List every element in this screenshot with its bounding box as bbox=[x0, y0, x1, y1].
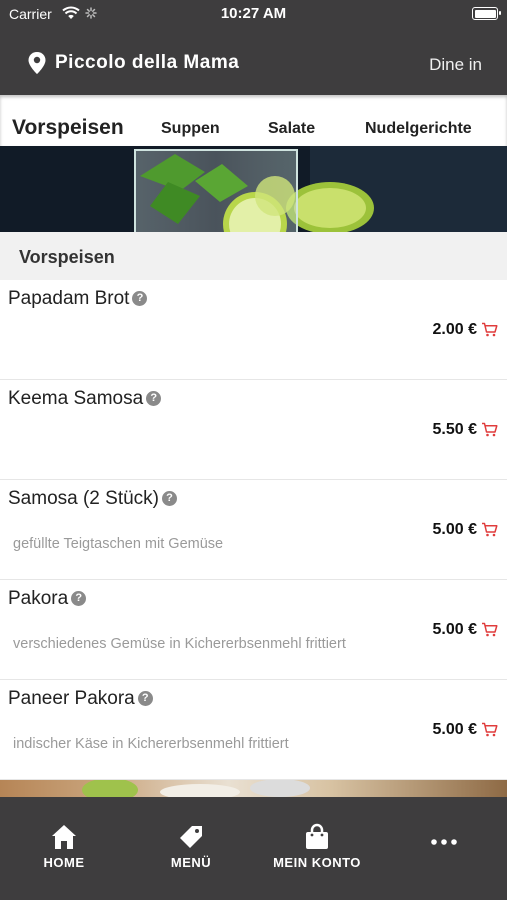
item-description: gefüllte Teigtaschen mit Gemüse bbox=[13, 536, 224, 552]
info-icon[interactable]: ? bbox=[137, 691, 153, 706]
menu-item[interactable]: Papadam Brot? 2.00 € bbox=[0, 280, 507, 380]
more-icon bbox=[431, 839, 457, 845]
top-bar: Carrier 10:27 AM Piccolo della Mama Dine… bbox=[0, 0, 507, 95]
menu-item[interactable]: Keema Samosa? 5.50 € bbox=[0, 380, 507, 480]
shopping-bag-icon bbox=[306, 823, 328, 849]
info-icon[interactable]: ? bbox=[132, 291, 148, 306]
add-to-cart-icon[interactable] bbox=[481, 322, 498, 337]
nav-home-label: HOME bbox=[43, 855, 85, 870]
menu-item-title: Paneer Pakora? bbox=[8, 688, 153, 710]
next-section-image bbox=[0, 780, 507, 797]
item-name: Samosa (2 Stück) bbox=[8, 488, 159, 509]
item-name: Pakora bbox=[8, 588, 69, 609]
category-tabs: Vorspeisen Suppen Salate Nudelgerichte bbox=[0, 95, 507, 146]
menu-item-title: Pakora? bbox=[8, 588, 87, 610]
add-to-cart-icon[interactable] bbox=[481, 422, 498, 437]
menu-item-title: Samosa (2 Stück)? bbox=[8, 488, 177, 510]
nav-more[interactable] bbox=[389, 837, 499, 847]
menu-item[interactable]: Samosa (2 Stück)? gefüllte Teigtaschen m… bbox=[0, 480, 507, 580]
battery-icon bbox=[472, 7, 501, 20]
tab-nudelgerichte[interactable]: Nudelgerichte bbox=[365, 120, 472, 138]
mojito-glass-image bbox=[0, 146, 507, 232]
bottom-nav: HOME MENÜ MEIN KONTO bbox=[0, 797, 507, 900]
nav-menu-label: MENÜ bbox=[170, 855, 212, 870]
info-icon[interactable]: ? bbox=[162, 491, 177, 506]
item-name: Paneer Pakora bbox=[8, 688, 135, 709]
nav-home[interactable]: HOME bbox=[9, 823, 119, 870]
item-description: indischer Käse in Kichererbsenmehl fritt… bbox=[13, 736, 289, 752]
item-price: 5.00 € bbox=[432, 721, 477, 738]
dine-in-button[interactable]: Dine in bbox=[429, 55, 482, 75]
nav-account-label: MEIN KONTO bbox=[273, 855, 361, 870]
item-description: verschiedenes Gemüse in Kichererbsenmehl… bbox=[13, 636, 346, 652]
location-pin-icon[interactable] bbox=[28, 52, 46, 74]
menu-item[interactable]: Pakora? verschiedenes Gemüse in Kicherer… bbox=[0, 580, 507, 680]
hero-image bbox=[0, 146, 507, 232]
section-header: Vorspeisen bbox=[0, 232, 507, 280]
item-price: 5.50 € bbox=[432, 421, 477, 438]
nav-menu[interactable]: MENÜ bbox=[136, 823, 246, 870]
tab-salate[interactable]: Salate bbox=[268, 120, 315, 138]
home-icon bbox=[52, 825, 76, 849]
menu-item[interactable]: Paneer Pakora? indischer Käse in Kichere… bbox=[0, 680, 507, 780]
app-header: Piccolo della Mama Dine in bbox=[0, 30, 507, 95]
tab-suppen[interactable]: Suppen bbox=[161, 120, 220, 138]
item-name: Papadam Brot bbox=[8, 288, 130, 309]
item-price: 5.00 € bbox=[432, 521, 477, 538]
status-time: 10:27 AM bbox=[220, 5, 287, 22]
menu-item-title: Papadam Brot? bbox=[8, 288, 148, 310]
nav-account[interactable]: MEIN KONTO bbox=[262, 823, 372, 870]
item-price: 2.00 € bbox=[432, 321, 477, 338]
add-to-cart-icon[interactable] bbox=[481, 622, 498, 637]
tab-vorspeisen[interactable]: Vorspeisen bbox=[12, 116, 124, 140]
add-to-cart-icon[interactable] bbox=[481, 722, 498, 737]
restaurant-name[interactable]: Piccolo della Mama bbox=[55, 52, 239, 74]
status-bar: Carrier 10:27 AM bbox=[0, 0, 507, 28]
menu-item-title: Keema Samosa? bbox=[8, 388, 162, 410]
info-icon[interactable]: ? bbox=[146, 391, 162, 406]
item-price: 5.00 € bbox=[432, 621, 477, 638]
item-name: Keema Samosa bbox=[8, 388, 144, 409]
tag-icon bbox=[180, 826, 202, 848]
info-icon[interactable]: ? bbox=[71, 591, 87, 606]
add-to-cart-icon[interactable] bbox=[481, 522, 498, 537]
section-title: Vorspeisen bbox=[19, 247, 115, 267]
